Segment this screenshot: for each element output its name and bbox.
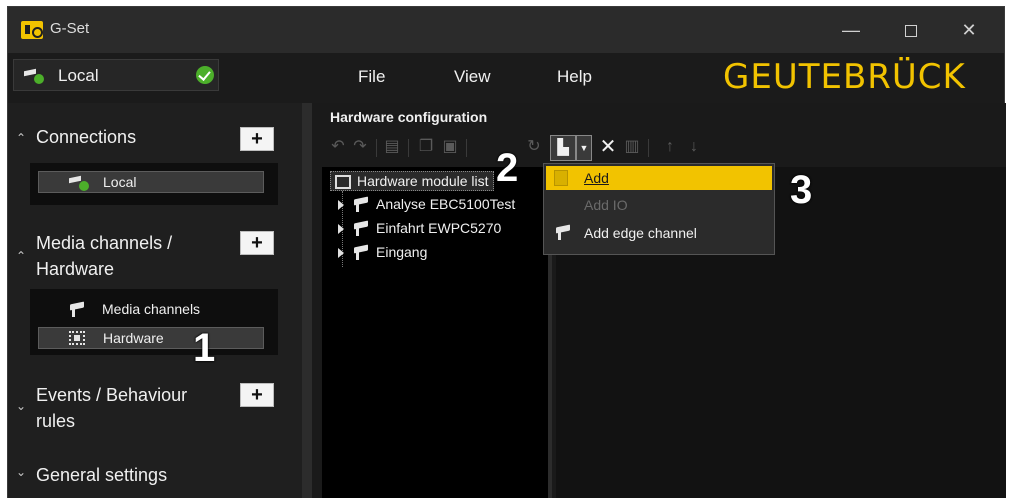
sidebar-item-label: Media channels <box>102 301 201 317</box>
media-list: Media channels Hardware <box>30 289 278 355</box>
callout-2: 2 <box>496 146 519 190</box>
callout-1: 1 <box>193 326 216 370</box>
chevron-up-icon: ⌃ <box>16 249 27 263</box>
app-logo-icon <box>21 21 43 39</box>
section-events-label-2: rules <box>36 411 76 431</box>
add-module-button[interactable]: ▙ <box>550 135 576 161</box>
tree-item-label: Eingang <box>376 244 428 260</box>
chip-icon <box>69 331 85 345</box>
toolbar: ↶ ↷ ▤ ❐ ▣ ↻ ▙ ▼ ✕ ▥ ↑ ↓ <box>324 133 744 163</box>
expand-arrow-icon[interactable] <box>338 200 344 210</box>
redo-icon[interactable]: ↷ <box>350 137 370 157</box>
connected-check-icon <box>196 66 214 84</box>
print-icon[interactable]: ▤ <box>382 137 402 157</box>
sidebar-splitter[interactable] <box>302 103 312 498</box>
properties-icon[interactable]: ▥ <box>622 137 642 157</box>
toolbar-divider <box>466 139 467 157</box>
copy-icon[interactable]: ❐ <box>416 137 436 157</box>
sidebar-item-label: Hardware <box>103 330 164 346</box>
menu-item-label: Add IO <box>584 197 628 213</box>
section-media-label-1: Media channels / <box>36 233 173 253</box>
minimize-button[interactable]: — <box>830 15 872 45</box>
menu-item-label: Add edge channel <box>584 225 697 241</box>
sidebar-item-media-channels[interactable]: Media channels <box>38 299 264 321</box>
camera-icon <box>352 221 370 237</box>
maximize-button[interactable] <box>890 15 932 45</box>
refresh-icon[interactable]: ↻ <box>524 137 544 157</box>
menu-bar: Local File View Help GEUTEBRÜCK <box>8 53 1004 103</box>
section-events-label-1: Events / Behaviour <box>36 385 188 405</box>
menu-item-add-edge-channel[interactable]: Add edge channel <box>546 221 772 245</box>
chevron-down-icon: ⌄ <box>16 399 27 413</box>
menu-item-add-io: Add IO <box>546 193 772 217</box>
connections-list: Local <box>30 163 278 205</box>
menu-view[interactable]: View <box>454 67 491 87</box>
local-camera-icon <box>24 68 46 84</box>
chevron-down-icon: ⌄ <box>16 465 27 479</box>
connection-item-local[interactable]: Local <box>38 171 264 193</box>
sidebar-item-hardware[interactable]: Hardware <box>38 327 264 349</box>
expand-arrow-icon[interactable] <box>338 224 344 234</box>
camera-icon <box>68 302 86 318</box>
hardware-tree: Hardware module list Analyse EBC5100Test… <box>322 167 552 498</box>
callout-3: 3 <box>790 168 813 212</box>
add-event-button[interactable]: + <box>240 383 274 407</box>
tree-item-label: Einfahrt EWPC5270 <box>376 220 502 236</box>
delete-icon[interactable]: ✕ <box>598 137 618 157</box>
menu-help[interactable]: Help <box>557 67 592 87</box>
add-media-button[interactable]: + <box>240 231 274 255</box>
page-title: Hardware configuration <box>330 109 488 125</box>
add-dropdown-menu: Add Add IO Add edge channel <box>543 163 775 255</box>
paste-icon[interactable]: ▣ <box>440 137 460 157</box>
toolbar-divider <box>648 139 649 157</box>
tree-root-label: Hardware module list <box>357 173 489 189</box>
toolbar-divider <box>376 139 377 157</box>
add-module-icon <box>554 170 568 186</box>
window-title: G-Set <box>50 20 90 37</box>
brand-logo: GEUTEBRÜCK <box>723 57 966 97</box>
title-bar: G-Set — ✕ <box>8 7 1004 53</box>
menu-item-label: Add <box>584 170 609 186</box>
expand-arrow-icon[interactable] <box>338 248 344 258</box>
app-window: G-Set — ✕ Local File View Help GEUTEBRÜC… <box>7 6 1006 498</box>
section-general-label: General settings <box>36 465 168 485</box>
move-down-icon[interactable]: ↓ <box>684 137 704 157</box>
section-media-label-2: Hardware <box>36 259 115 279</box>
camera-icon <box>352 245 370 261</box>
chevron-up-icon: ⌃ <box>16 131 27 145</box>
local-camera-icon <box>69 175 91 191</box>
menu-item-add[interactable]: Add <box>546 166 772 190</box>
module-list-icon <box>335 175 351 189</box>
add-dropdown-button[interactable]: ▼ <box>576 135 592 161</box>
move-up-icon[interactable]: ↑ <box>660 137 680 157</box>
section-connections-label: Connections <box>36 127 137 147</box>
tree-item-label: Analyse EBC5100Test <box>376 196 516 212</box>
undo-icon[interactable]: ↶ <box>328 137 348 157</box>
connection-label: Local <box>103 174 137 190</box>
close-button[interactable]: ✕ <box>948 15 990 45</box>
tree-root[interactable]: Hardware module list <box>330 171 494 191</box>
add-connection-button[interactable]: + <box>240 127 274 151</box>
menu-file[interactable]: File <box>358 67 385 87</box>
camera-icon <box>352 197 370 213</box>
toolbar-divider <box>408 139 409 157</box>
maximize-icon <box>905 25 917 38</box>
sidebar: ⌃ Connections + Local ⌃ Media channels /… <box>8 103 312 498</box>
location-label: Local <box>58 66 99 85</box>
location-selector[interactable]: Local <box>13 59 219 91</box>
camera-icon <box>554 225 572 241</box>
